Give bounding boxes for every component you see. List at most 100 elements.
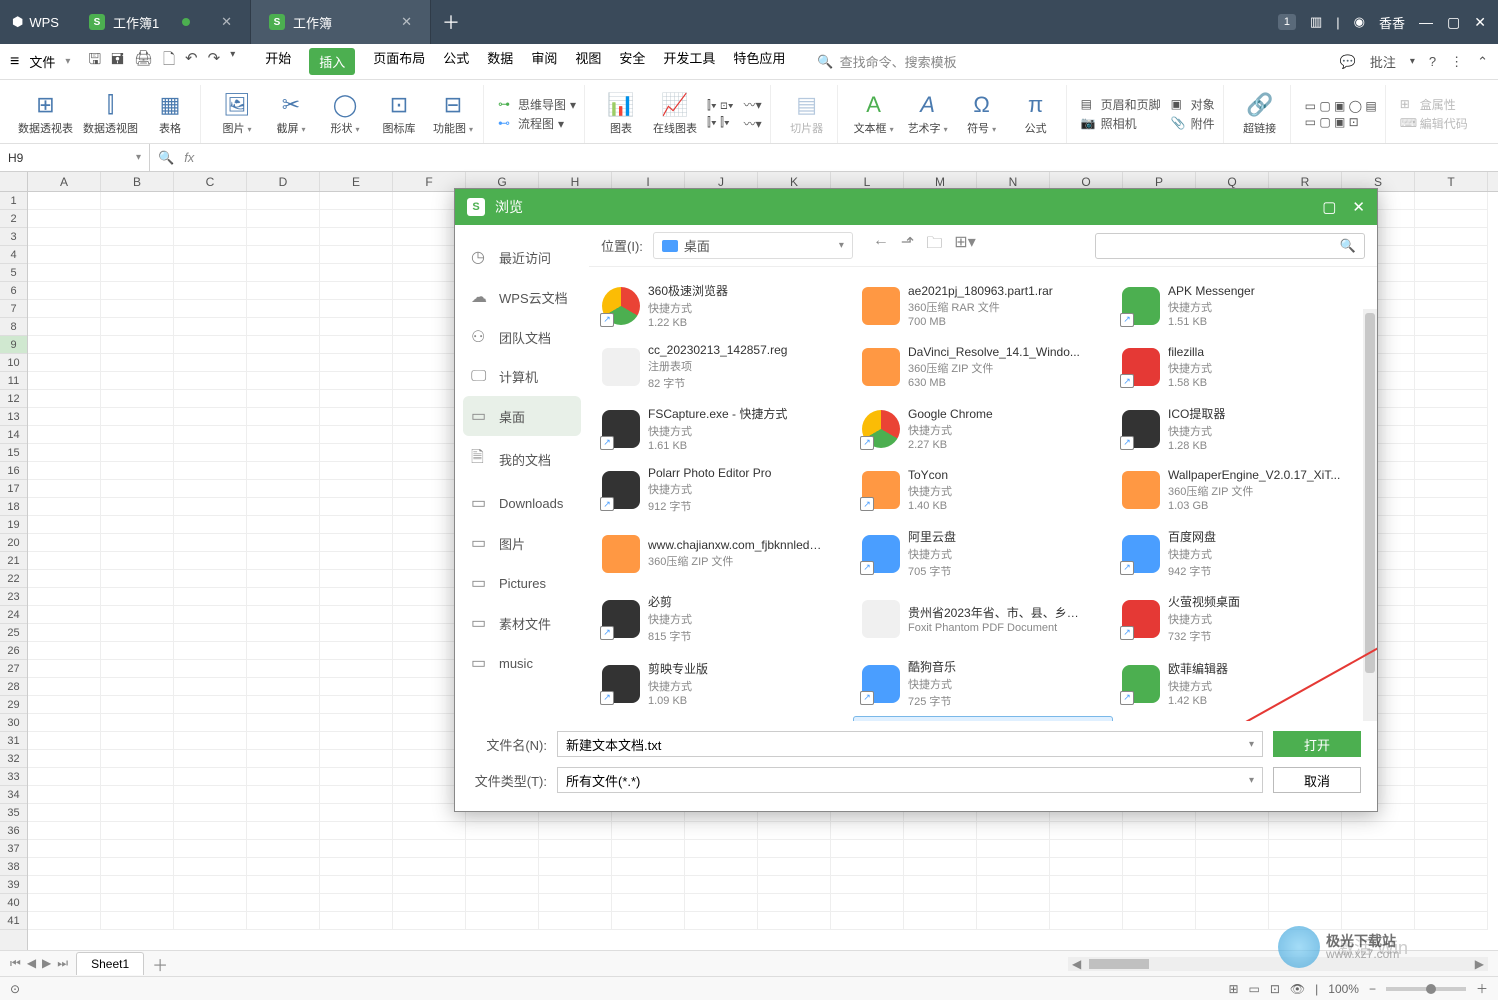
location-combo[interactable]: 桌面 ▾ bbox=[653, 232, 853, 259]
sidebar-item-桌面[interactable]: ▭桌面 bbox=[463, 396, 581, 436]
row-header-5[interactable]: 5 bbox=[0, 264, 27, 282]
row-header-19[interactable]: 19 bbox=[0, 516, 27, 534]
back-icon[interactable]: ← bbox=[873, 232, 889, 259]
sidebar-item-music[interactable]: ▭music bbox=[455, 643, 589, 683]
pivot-table-button[interactable]: ⊞数据透视表 bbox=[18, 85, 73, 143]
save-icon[interactable]: 🖫 bbox=[88, 49, 101, 74]
redo-icon[interactable]: ↷ bbox=[208, 49, 221, 74]
view-mode-icon[interactable]: ⊞▾ bbox=[954, 232, 975, 259]
row-header-14[interactable]: 14 bbox=[0, 426, 27, 444]
close-icon[interactable]: ✕ bbox=[221, 14, 232, 30]
file-item[interactable]: ↗APK Messenger快捷方式1.51 KB bbox=[1113, 275, 1373, 336]
file-item[interactable]: www.chajianxw.com_fjbknnledpckpbjcglogol… bbox=[593, 521, 853, 586]
row-header-38[interactable]: 38 bbox=[0, 858, 27, 876]
close-icon[interactable]: ✕ bbox=[401, 14, 412, 30]
formula-input[interactable] bbox=[204, 150, 804, 165]
row-header-22[interactable]: 22 bbox=[0, 570, 27, 588]
chevron-down-icon[interactable]: ▾ bbox=[1249, 739, 1254, 750]
row-header-12[interactable]: 12 bbox=[0, 390, 27, 408]
fx-icon[interactable]: fx bbox=[184, 150, 194, 165]
user-name[interactable]: 香香 bbox=[1379, 13, 1405, 32]
row-header-24[interactable]: 24 bbox=[0, 606, 27, 624]
row-header-30[interactable]: 30 bbox=[0, 714, 27, 732]
object-button[interactable]: ▣对象 bbox=[1171, 96, 1215, 113]
column-header-A[interactable]: A bbox=[28, 172, 101, 191]
file-item[interactable]: ↗酷狗音乐快捷方式725 字节 bbox=[853, 651, 1113, 716]
file-item[interactable]: ↗剪映专业版快捷方式1.09 KB bbox=[593, 651, 853, 716]
menu-公式[interactable]: 公式 bbox=[443, 48, 469, 75]
row-header-36[interactable]: 36 bbox=[0, 822, 27, 840]
table-button[interactable]: ▦表格 bbox=[148, 85, 192, 143]
first-sheet-icon[interactable]: ⏮ bbox=[10, 956, 21, 971]
user-icon[interactable]: ◉ bbox=[1354, 14, 1365, 30]
row-header-7[interactable]: 7 bbox=[0, 300, 27, 318]
filename-input[interactable]: 新建文本文档.txt ▾ bbox=[557, 731, 1263, 757]
column-header-C[interactable]: C bbox=[174, 172, 247, 191]
textbox-button[interactable]: A文本框 ▾ bbox=[852, 85, 896, 143]
sidebar-item-Pictures[interactable]: ▭Pictures bbox=[455, 563, 589, 603]
row-header-6[interactable]: 6 bbox=[0, 282, 27, 300]
chart-button[interactable]: 📊图表 bbox=[599, 85, 643, 143]
sidebar-item-图片[interactable]: ▭图片 bbox=[455, 523, 589, 563]
view-custom-icon[interactable]: ⊡ bbox=[1270, 982, 1280, 996]
filetype-combo[interactable]: 所有文件(*.*) ▾ bbox=[557, 767, 1263, 793]
row-header-21[interactable]: 21 bbox=[0, 552, 27, 570]
file-item[interactable]: DaVinci_Resolve_14.1_Windo...360压缩 ZIP 文… bbox=[853, 336, 1113, 398]
menu-数据[interactable]: 数据 bbox=[487, 48, 513, 75]
row-header-16[interactable]: 16 bbox=[0, 462, 27, 480]
record-macro-icon[interactable]: ⊙ bbox=[10, 982, 20, 996]
sidebar-item-我的文档[interactable]: 🗎我的文档 bbox=[455, 436, 589, 483]
file-item[interactable]: ↗ToYcon快捷方式1.40 KB bbox=[853, 459, 1113, 521]
header-footer-button[interactable]: ▤页眉和页脚 bbox=[1081, 96, 1161, 113]
name-box[interactable]: H9 ▾ bbox=[0, 144, 150, 171]
view-page-icon[interactable]: ▭ bbox=[1249, 982, 1260, 996]
maximize-icon[interactable]: ▢ bbox=[1322, 198, 1336, 216]
file-item[interactable]: ↗阿里云盘快捷方式705 字节 bbox=[853, 521, 1113, 586]
collapse-ribbon-icon[interactable]: ⌃ bbox=[1477, 54, 1488, 70]
print-preview-icon[interactable]: 🗋 bbox=[163, 49, 175, 74]
file-item[interactable]: cc_20230213_142857.reg注册表项82 字节 bbox=[593, 336, 853, 398]
notification-badge[interactable]: 1 bbox=[1278, 14, 1296, 30]
row-header-26[interactable]: 26 bbox=[0, 642, 27, 660]
row-header-17[interactable]: 17 bbox=[0, 480, 27, 498]
row-header-23[interactable]: 23 bbox=[0, 588, 27, 606]
file-item[interactable]: ↗Polarr Photo Editor Pro快捷方式912 字节 bbox=[593, 459, 853, 521]
row-header-2[interactable]: 2 bbox=[0, 210, 27, 228]
tab-workbook2[interactable]: S 工作簿 ✕ bbox=[251, 0, 431, 44]
search-icon[interactable]: 🔍 bbox=[1340, 238, 1356, 254]
row-header-35[interactable]: 35 bbox=[0, 804, 27, 822]
row-header-13[interactable]: 13 bbox=[0, 408, 27, 426]
prev-sheet-icon[interactable]: ◀ bbox=[27, 956, 36, 971]
column-header-E[interactable]: E bbox=[320, 172, 393, 191]
tab-workbook1[interactable]: S 工作簿1 ✕ bbox=[71, 0, 251, 44]
app-menu-icon[interactable]: ▥ bbox=[1310, 14, 1322, 30]
row-header-11[interactable]: 11 bbox=[0, 372, 27, 390]
minimize-icon[interactable]: — bbox=[1419, 14, 1433, 31]
sidebar-item-WPS云文档[interactable]: ☁WPS云文档 bbox=[455, 277, 589, 317]
zoom-label[interactable]: 100% bbox=[1328, 982, 1359, 996]
vertical-scrollbar[interactable] bbox=[1363, 309, 1377, 721]
row-header-31[interactable]: 31 bbox=[0, 732, 27, 750]
flowchart-button[interactable]: ⊷流程图 ▾ bbox=[498, 115, 576, 132]
row-header-8[interactable]: 8 bbox=[0, 318, 27, 336]
column-header-D[interactable]: D bbox=[247, 172, 320, 191]
row-header-27[interactable]: 27 bbox=[0, 660, 27, 678]
row-header-33[interactable]: 33 bbox=[0, 768, 27, 786]
menu-视图[interactable]: 视图 bbox=[575, 48, 601, 75]
command-search[interactable]: 🔍 查找命令、搜索模板 bbox=[817, 52, 956, 71]
form-controls-row2[interactable]: ▭ ▢ ▣ ⊡ bbox=[1305, 115, 1377, 129]
row-header-25[interactable]: 25 bbox=[0, 624, 27, 642]
column-header-B[interactable]: B bbox=[101, 172, 174, 191]
symbol-button[interactable]: Ω符号 ▾ bbox=[960, 85, 1004, 143]
cancel-button[interactable]: 取消 bbox=[1273, 767, 1361, 793]
column-header-T[interactable]: T bbox=[1415, 172, 1488, 191]
menu-开始[interactable]: 开始 bbox=[265, 48, 291, 75]
screenshot-button[interactable]: ✂截屏 ▾ bbox=[269, 85, 313, 143]
file-item[interactable]: ↗360极速浏览器快捷方式1.22 KB bbox=[593, 275, 853, 336]
chevron-down-icon[interactable]: ▾ bbox=[65, 56, 70, 67]
close-icon[interactable]: ✕ bbox=[1352, 198, 1365, 216]
row-header-29[interactable]: 29 bbox=[0, 696, 27, 714]
menu-页面布局[interactable]: 页面布局 bbox=[373, 48, 425, 75]
chevron-down-icon[interactable]: ▾ bbox=[230, 49, 235, 74]
chevron-down-icon[interactable]: ▾ bbox=[1249, 775, 1254, 786]
